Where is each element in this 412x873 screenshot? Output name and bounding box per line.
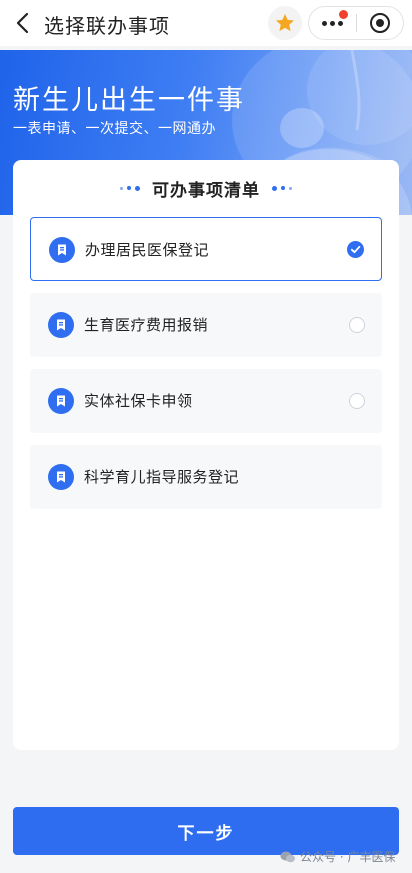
favorite-button[interactable] [268,6,302,40]
notification-dot [338,10,348,19]
left-decoration-dots [120,185,140,191]
radio-unchecked-icon[interactable] [349,317,365,333]
close-miniprogram-button[interactable] [356,7,403,39]
radio-unchecked-icon[interactable] [349,393,365,409]
service-item-label: 实体社保卡申领 [84,392,193,410]
chevron-left-icon [16,12,29,34]
more-button[interactable] [309,7,356,39]
mini-program-capsule [308,6,404,40]
service-item-label: 办理居民医保登记 [85,241,210,259]
card-header: 可办事项清单 [13,176,399,201]
document-icon [48,464,74,490]
wechat-icon [280,851,295,862]
service-item-label: 科学育儿指导服务登记 [84,468,240,486]
top-nav-bar: 选择联办事项 [0,0,412,46]
document-icon [48,388,74,414]
page-title: 选择联办事项 [44,14,170,38]
service-list-card: 可办事项清单 办理居民医保登记 生育医疗费用报销 实体社保卡申领 科学育儿指导服… [13,160,399,750]
watermark-text: 公众号 · 广丰医保 [300,850,396,864]
right-decoration-dots [272,185,292,191]
service-item-medical-insurance[interactable]: 办理居民医保登记 [30,217,382,281]
back-button[interactable] [8,8,38,38]
banner-title: 新生儿出生一件事 [13,85,245,116]
service-item-social-security-card[interactable]: 实体社保卡申领 [30,369,382,433]
watermark: 公众号 · 广丰医保 [280,848,395,865]
banner-subtitle: 一表申请、一次提交、一网通办 [13,121,216,137]
document-icon [48,312,74,338]
card-title: 可办事项清单 [152,180,260,201]
target-icon [369,13,390,33]
star-icon [276,14,294,32]
more-dots-icon [321,20,343,26]
checkmark-icon[interactable] [347,241,364,258]
service-item-parenting-guidance[interactable]: 科学育儿指导服务登记 [30,445,382,509]
service-item-label: 生育医疗费用报销 [84,316,209,334]
document-icon [49,237,75,263]
service-item-maternity-reimbursement[interactable]: 生育医疗费用报销 [30,293,382,357]
